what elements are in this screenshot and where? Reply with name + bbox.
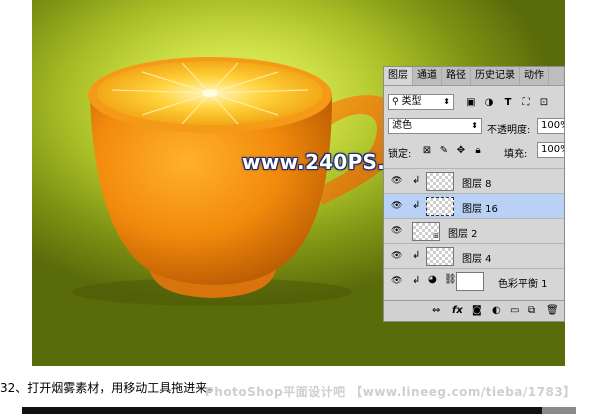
blend-row: 滤色 ⬍ 不透明度: 100%: [384, 117, 564, 137]
link-chain-icon: ⛓: [444, 274, 457, 285]
layer-name: 图层 4: [462, 254, 492, 265]
eye-icon[interactable]: 👁︎: [391, 251, 402, 261]
layer-row-4[interactable]: 👁︎ ↲ 图层 4: [384, 243, 564, 268]
eye-icon[interactable]: 👁︎: [391, 201, 402, 211]
tab-paths[interactable]: 路径: [442, 67, 471, 85]
add-mask-icon[interactable]: ◙: [472, 305, 482, 316]
type-filter-icon[interactable]: T: [503, 98, 513, 108]
fill-input[interactable]: 100%: [537, 142, 564, 158]
opacity-label: 不透明度:: [487, 125, 531, 136]
layer-name: 图层 8: [462, 179, 492, 190]
new-layer-icon[interactable]: ⧉: [528, 305, 535, 316]
opacity-input[interactable]: 100%: [537, 118, 564, 134]
filter-kind-select[interactable]: ⚲ 类型 ⬍: [388, 94, 454, 110]
clipping-arrow-icon: ↲: [412, 175, 421, 186]
next-image-edge-grey: [542, 407, 576, 414]
new-adjustment-icon[interactable]: ◐: [492, 305, 501, 316]
layer-name: 色彩平衡 1: [498, 279, 548, 290]
layer-thumbnail: [426, 197, 454, 216]
pixel-filter-icon[interactable]: ▣: [466, 98, 476, 108]
fill-label: 填充:: [504, 149, 528, 160]
clipping-arrow-icon: ↲: [412, 250, 421, 261]
tab-channels[interactable]: 通道: [413, 67, 442, 85]
layer-mask-thumbnail: [456, 272, 484, 291]
blend-mode-label: 滤色: [392, 120, 412, 131]
layer-thumbnail: [426, 172, 454, 191]
eye-icon[interactable]: 👁︎: [391, 176, 402, 186]
layer-thumbnail: [426, 247, 454, 266]
delete-layer-icon[interactable]: 🗑︎: [546, 305, 559, 316]
smart-object-icon: ⊞: [433, 232, 439, 240]
layer-row-2[interactable]: 👁︎ ⊞ 图层 2: [384, 218, 564, 243]
adjustment-filter-icon[interactable]: ◑: [484, 98, 494, 108]
lock-position-icon[interactable]: ✥: [456, 146, 466, 156]
lock-transparent-icon[interactable]: ⊠: [422, 146, 432, 156]
fx-icon[interactable]: fx: [452, 305, 463, 316]
shape-filter-icon[interactable]: ⛶: [521, 98, 531, 108]
chevron-down-icon: ⬍: [443, 97, 450, 106]
lock-pixels-icon[interactable]: ✎: [439, 146, 449, 156]
smart-object-filter-icon[interactable]: ⊡: [539, 98, 549, 108]
new-group-icon[interactable]: ▭: [510, 305, 519, 316]
lock-label: 锁定:: [388, 149, 412, 160]
layer-name: 图层 2: [448, 229, 478, 240]
filter-kind-label: 类型: [401, 96, 422, 107]
layer-name: 图层 16: [462, 204, 498, 215]
adjustment-layer-icon: ◕: [428, 274, 437, 285]
tab-history[interactable]: 历史记录: [471, 67, 520, 85]
clipping-arrow-icon: ↲: [412, 275, 421, 286]
chevron-down-icon: ⬍: [471, 121, 478, 130]
next-image-edge: [22, 407, 542, 414]
lock-all-icon[interactable]: 🔒︎: [473, 146, 483, 156]
caption-watermark: PhotoShop平面设计吧 【www.lineeg.com/tieba/178…: [205, 385, 576, 399]
tab-actions[interactable]: 动作: [520, 67, 549, 85]
tab-layers[interactable]: 图层: [384, 67, 413, 85]
eye-icon[interactable]: 👁︎: [391, 276, 402, 286]
layer-row-16[interactable]: 👁︎ ↲ 图层 16: [384, 193, 564, 218]
filter-row: ⚲ 类型 ⬍ ▣ ◑ T ⛶ ⊡: [384, 93, 564, 113]
layers-panel: 图层 通道 路径 历史记录 动作 ⚲ 类型 ⬍ ▣ ◑ T ⛶ ⊡ 滤色 ⬍ 不…: [383, 66, 565, 322]
link-layers-icon[interactable]: ⇔: [432, 305, 440, 316]
eye-icon[interactable]: 👁︎: [391, 226, 402, 236]
clipping-arrow-icon: ↲: [412, 200, 421, 211]
layer-thumbnail: ⊞: [412, 222, 440, 241]
step-caption: 32、打开烟雾素材，用移动工具拖进来。: [0, 381, 220, 395]
panel-tabs: 图层 通道 路径 历史记录 动作: [384, 67, 564, 86]
lock-row: 锁定: ⊠ ✎ ✥ 🔒︎ 填充: 100%: [384, 141, 564, 161]
layer-row-8[interactable]: 👁︎ ↲ 图层 8: [384, 168, 564, 193]
layers-panel-toolbar: ⇔ fx ◙ ◐ ▭ ⧉ 🗑︎: [384, 300, 564, 321]
blend-mode-select[interactable]: 滤色 ⬍: [388, 118, 482, 134]
layer-row-color-balance[interactable]: 👁︎ ↲ ◕ ⛓ 色彩平衡 1: [384, 268, 564, 293]
